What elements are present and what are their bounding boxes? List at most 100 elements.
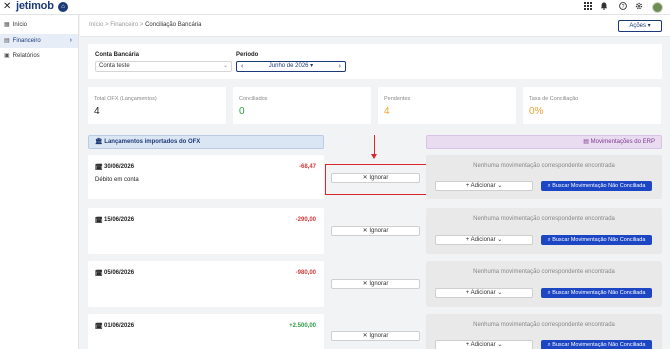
chevron-right-icon: › [69, 37, 72, 44]
erp-match-panel: Nenhuma movimentação correspondente enco… [426, 208, 662, 254]
chevron-down-icon: ⌄ [497, 290, 503, 296]
transaction-date: 05/06/2026 [104, 270, 135, 276]
close-icon: ✕ [362, 228, 368, 234]
page-header: Início > Financeiro > Conciliação Bancár… [80, 15, 670, 37]
add-button-label: Adicionar [470, 237, 496, 243]
erp-match-panel: Nenhuma movimentação correspondente enco… [426, 261, 662, 307]
ignore-button[interactable]: ✕ Ignorar [331, 331, 420, 341]
no-match-text: Nenhuma movimentação correspondente enco… [473, 269, 615, 275]
help-icon[interactable]: ? [618, 2, 628, 12]
chevron-down-icon: ⌄ [497, 183, 503, 189]
no-match-text: Nenhuma movimentação correspondente enco… [473, 322, 615, 328]
breadcrumb-separator: > [105, 22, 109, 28]
plus-icon: + [465, 290, 470, 296]
transaction-date: 01/06/2026 [104, 323, 135, 329]
sidebar-item-financeiro[interactable]: ▤ Financeiro › [0, 34, 78, 48]
close-icon: ✕ [362, 333, 368, 339]
close-icon: ✕ [362, 281, 368, 287]
account-select[interactable]: Conta teste ⌄ [95, 61, 232, 72]
search-icon: ⌕ [547, 342, 551, 348]
ofx-transaction-row: 🗓︎ 05/06/2026 -980,00 [88, 261, 324, 307]
search-button-label: Buscar Movimentação Não Conciliada [552, 183, 646, 189]
ofx-section-title: Lançamentos importados do OFX [104, 139, 201, 145]
ignore-button[interactable]: ✕ Ignorar [331, 279, 420, 289]
search-button-label: Buscar Movimentação Não Conciliada [552, 237, 646, 243]
chevron-down-icon: ⌄ [497, 237, 503, 243]
calendar-icon: 🗓︎ [95, 165, 103, 171]
top-bar: ✕ jetimob ⌂ ? [0, 0, 670, 15]
stat-value: 4 [94, 106, 100, 117]
filters-panel: Conta Bancária Conta teste ⌄ Período ‹ J… [88, 44, 662, 79]
prev-month-icon[interactable]: ‹ [241, 62, 243, 71]
add-button[interactable]: + Adicionar ⌄ [435, 340, 533, 349]
add-button[interactable]: + Adicionar ⌄ [435, 235, 533, 245]
ignore-button-label: Ignorar [369, 228, 389, 234]
stat-value: 0 [239, 106, 245, 117]
stat-label: Pendentes [384, 96, 411, 102]
sidebar-item-inicio[interactable]: ▦ Início [0, 18, 78, 32]
logo-home-icon[interactable]: ⌂ [58, 2, 68, 12]
grid-icon[interactable] [583, 2, 593, 12]
period-value[interactable]: Junho de 2026 ▾ [269, 63, 313, 69]
search-icon: ⌕ [547, 237, 551, 243]
search-icon: ⌕ [547, 183, 551, 189]
no-match-text: Nenhuma movimentação correspondente enco… [473, 216, 615, 222]
reports-icon: ▣ [4, 53, 10, 59]
actions-button[interactable]: Ações ▾ [618, 20, 662, 32]
erp-section-title: Movimentações do ERP [590, 139, 655, 145]
transaction-amount: -68,47 [298, 164, 316, 170]
home-icon: ▦ [4, 22, 10, 28]
breadcrumb-current: Conciliação Bancária [145, 22, 202, 28]
settings-icon[interactable] [634, 2, 644, 12]
plus-icon: + [465, 183, 470, 189]
bank-icon: 🏛︎ [95, 139, 103, 145]
period-label: Período [236, 52, 259, 58]
search-unreconciled-button[interactable]: ⌕ Buscar Movimentação Não Conciliada [541, 288, 652, 298]
chevron-down-icon: ⌄ [497, 342, 503, 348]
add-button-label: Adicionar [470, 183, 496, 189]
ignore-button[interactable]: ✕ Ignorar [331, 226, 420, 236]
stat-value: 4 [384, 106, 390, 117]
search-unreconciled-button[interactable]: ⌕ Buscar Movimentação Não Conciliada [541, 340, 652, 349]
search-unreconciled-button[interactable]: ⌕ Buscar Movimentação Não Conciliada [541, 181, 652, 191]
user-avatar[interactable] [652, 2, 663, 13]
search-button-label: Buscar Movimentação Não Conciliada [552, 342, 646, 348]
app-logo[interactable]: jetimob [16, 0, 54, 12]
transaction-description: Débito em conta [95, 177, 139, 183]
ignore-button-label: Ignorar [369, 175, 389, 181]
erp-match-panel: Nenhuma movimentação correspondente enco… [426, 155, 662, 199]
search-unreconciled-button[interactable]: ⌕ Buscar Movimentação Não Conciliada [541, 235, 652, 245]
plus-icon: + [465, 342, 470, 348]
add-button-label: Adicionar [470, 290, 496, 296]
calendar-icon: 🗓︎ [95, 218, 103, 224]
stat-total-ofx: Total OFX (Lançamentos) 4 [88, 87, 226, 124]
erp-section-header: ▤ Movimentações do ERP [426, 135, 662, 149]
account-label: Conta Bancária [95, 52, 140, 58]
calendar-icon: 🗓︎ [95, 324, 103, 330]
close-icon: ✕ [362, 175, 368, 181]
svg-text:?: ? [622, 4, 625, 10]
close-icon[interactable]: ✕ [3, 1, 11, 12]
breadcrumb-item-inicio[interactable]: Início [89, 22, 103, 28]
stat-conciliados: Conciliados 0 [233, 87, 371, 124]
transaction-date: 30/06/2026 [104, 164, 135, 170]
annotation-arrow-head [371, 154, 377, 159]
add-button[interactable]: + Adicionar ⌄ [435, 181, 533, 191]
no-match-text: Nenhuma movimentação correspondente enco… [473, 163, 615, 169]
ofx-transaction-row: 🗓︎ 15/06/2026 -290,00 [88, 208, 324, 254]
period-picker[interactable]: ‹ Junho de 2026 ▾ › [236, 61, 346, 72]
sidebar-item-label: Início [12, 22, 28, 28]
ignore-button[interactable]: ✕ Ignorar [331, 173, 420, 183]
breadcrumb-item-financeiro[interactable]: Financeiro [110, 22, 138, 28]
add-button[interactable]: + Adicionar ⌄ [435, 288, 533, 298]
plus-icon: + [465, 237, 470, 243]
stat-label: Conciliados [239, 96, 268, 102]
transaction-date: 15/06/2026 [104, 217, 135, 223]
next-month-icon[interactable]: › [339, 62, 341, 71]
sidebar-item-relatorios[interactable]: ▣ Relatórios [0, 49, 78, 63]
transaction-amount: -290,00 [295, 217, 316, 223]
transaction-amount: +2.500,00 [289, 323, 316, 329]
stat-label: Total OFX (Lançamentos) [94, 96, 157, 102]
bell-icon[interactable] [599, 2, 609, 12]
stat-taxa-conciliacao: Taxa de Conciliação 0% [523, 87, 661, 124]
